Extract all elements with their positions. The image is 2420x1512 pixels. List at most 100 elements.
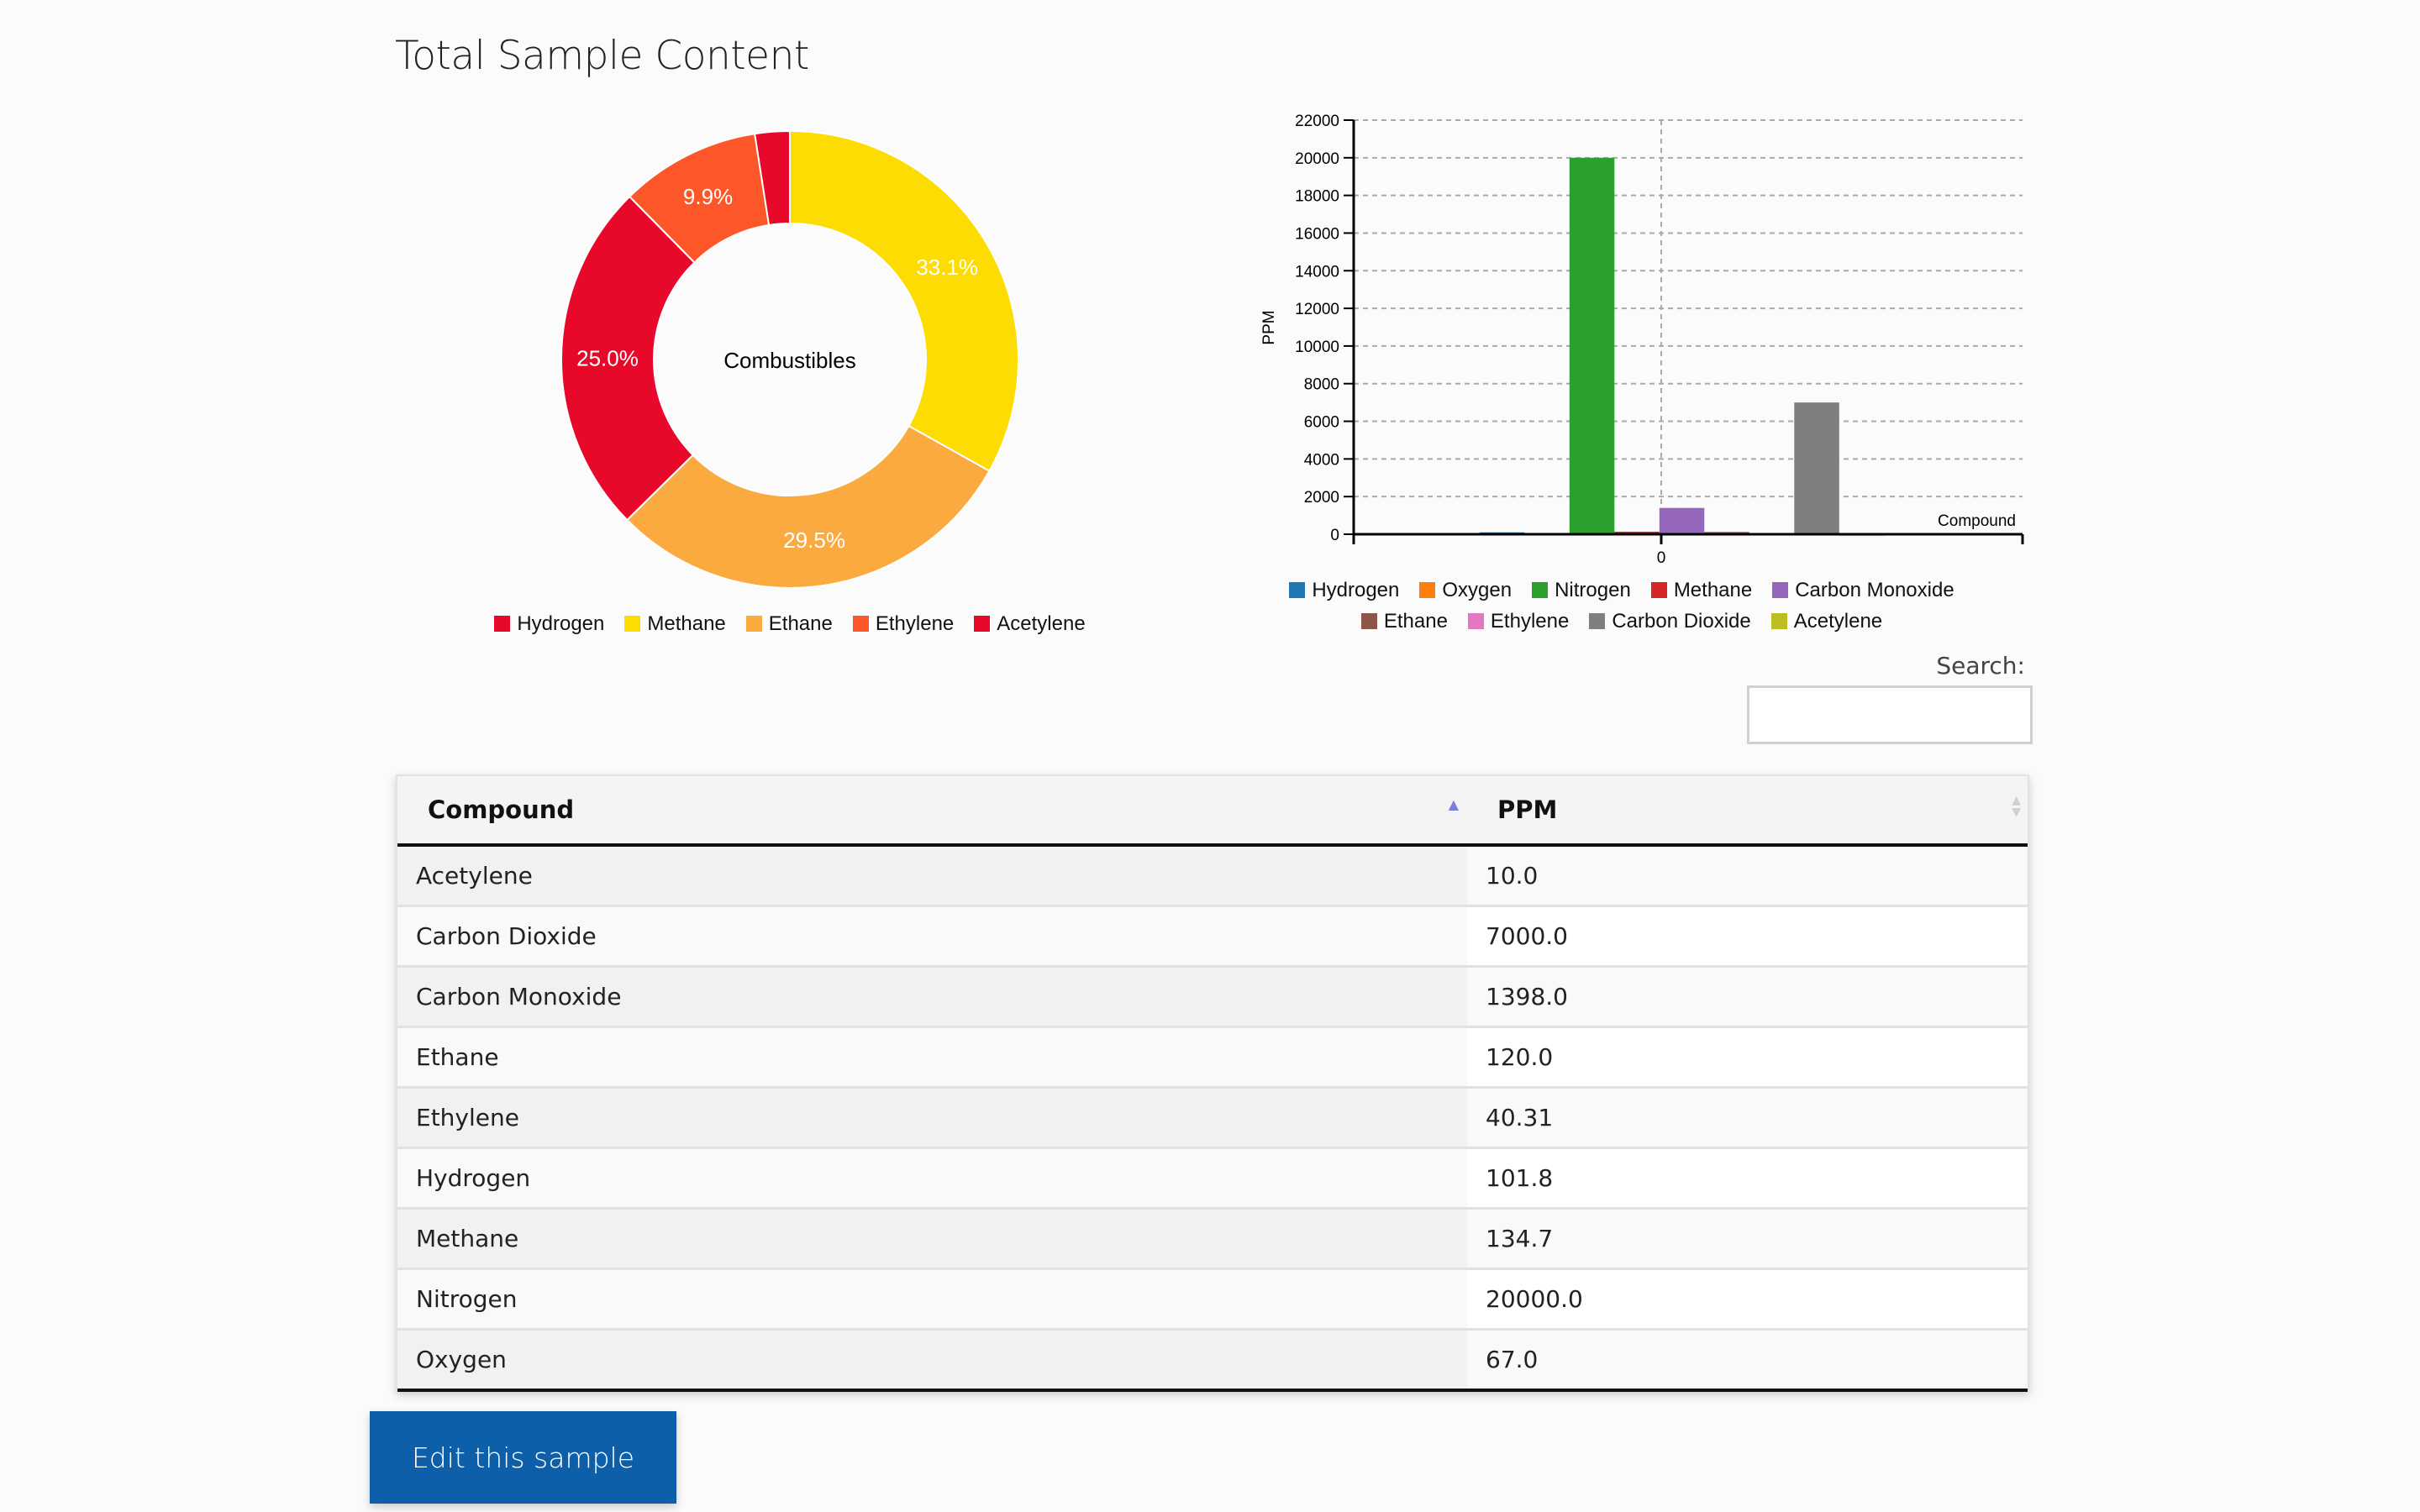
y-tick-label: 8000 — [1304, 376, 1339, 394]
x-tick-label: 0 — [1657, 549, 1666, 567]
legend-label: Carbon Monoxide — [1795, 578, 1954, 601]
column-label: PPM — [1497, 795, 1558, 824]
legend-label: Hydrogen — [517, 612, 605, 635]
legend-item[interactable]: Methane — [624, 608, 726, 639]
y-tick-label: 20000 — [1295, 150, 1339, 168]
legend-item[interactable]: Methane — [1650, 575, 1753, 606]
column-header-ppm[interactable]: PPM ▲ ▼ — [1467, 776, 2028, 847]
column-header-compound[interactable]: Compound ▲ — [397, 776, 1467, 847]
ppm-cell: 7000.0 — [1467, 905, 2028, 967]
legend-label: Ethylene — [1490, 609, 1570, 633]
legend-item[interactable]: Hydrogen — [494, 608, 604, 639]
y-tick-label: 6000 — [1304, 414, 1339, 432]
legend-swatch — [1650, 582, 1667, 598]
bar-legend: Hydrogen Oxygen Nitrogen Methane Carbon Mono… — [1269, 575, 1975, 637]
ppm-cell: 40.31 — [1467, 1086, 2028, 1148]
table-header-row: Compound ▲ PPM ▲ ▼ — [397, 776, 2028, 847]
legend-swatch — [494, 616, 511, 632]
legend-item[interactable]: Hydrogen — [1289, 575, 1399, 606]
compound-cell: Carbon Monoxide — [397, 965, 1467, 1027]
compound-cell: Ethylene — [397, 1086, 1467, 1148]
y-tick-label: 0 — [1330, 527, 1339, 544]
y-tick-label: 16000 — [1295, 225, 1339, 243]
ppm-cell: 134.7 — [1467, 1207, 2028, 1269]
legend-item[interactable]: Ethane — [1360, 606, 1448, 637]
y-axis-label: PPM — [1260, 310, 1278, 344]
compound-cell: Nitrogen — [397, 1268, 1467, 1330]
legend-label: Hydrogen — [1312, 578, 1400, 601]
donut-slice-methane[interactable] — [789, 129, 1019, 473]
legend-item[interactable]: Nitrogen — [1532, 575, 1631, 606]
table-row: Methane 134.7 — [397, 1207, 2028, 1269]
y-tick-label: 4000 — [1304, 451, 1339, 469]
legend-label: Oxygen — [1442, 578, 1512, 601]
legend-label: Acetylene — [997, 612, 1086, 635]
legend-label: Carbon Dioxide — [1612, 609, 1751, 633]
legend-swatch — [1419, 582, 1436, 598]
bar-carbon-dioxide[interactable] — [1794, 402, 1839, 534]
donut-chart: 33.1% 29.5% 25.0% 9.9% Combustibles — [560, 129, 1019, 589]
legend-item[interactable]: Acetylene — [974, 608, 1086, 639]
legend-item[interactable]: Ethylene — [1467, 606, 1570, 637]
compound-cell: Methane — [397, 1207, 1467, 1269]
legend-swatch — [1772, 582, 1789, 598]
legend-swatch — [1467, 613, 1484, 629]
legend-swatch — [974, 616, 991, 632]
legend-swatch — [1770, 613, 1787, 629]
y-tick-label: 22000 — [1295, 113, 1339, 130]
ppm-cell: 10.0 — [1467, 845, 2028, 906]
ppm-cell: 1398.0 — [1467, 965, 2028, 1027]
sort-both-icon: ▲ ▼ — [2012, 794, 2021, 819]
bar-nitrogen[interactable] — [1569, 157, 1615, 534]
donut-slice-label: 33.1% — [916, 255, 978, 280]
table-row: Ethylene 40.31 — [397, 1086, 2028, 1148]
y-tick-label: 14000 — [1295, 263, 1339, 281]
legend-label: Nitrogen — [1555, 578, 1631, 601]
bar-carbon-monoxide[interactable] — [1659, 507, 1705, 534]
legend-swatch — [745, 616, 762, 632]
column-label: Compound — [428, 795, 575, 824]
legend-item[interactable]: Ethylene — [852, 608, 954, 639]
legend-swatch — [1532, 582, 1549, 598]
donut-center-label: Combustibles — [723, 348, 856, 373]
compound-table: Compound ▲ PPM ▲ ▼ Acetylene 10.0 Carbon Di… — [396, 774, 2029, 1392]
y-tick-label: 10000 — [1295, 339, 1339, 356]
table-row: Oxygen 67.0 — [397, 1328, 2028, 1392]
legend-label: Methane — [647, 612, 726, 635]
edit-sample-button[interactable]: Edit this sample — [370, 1411, 676, 1504]
legend-item[interactable]: Acetylene — [1770, 606, 1883, 637]
legend-label: Ethane — [1383, 609, 1448, 633]
y-tick-label: 12000 — [1295, 301, 1339, 318]
ppm-cell: 101.8 — [1467, 1147, 2028, 1209]
legend-label: Methane — [1673, 578, 1753, 601]
search-label: Search: — [1936, 652, 2025, 680]
table-row: Hydrogen 101.8 — [397, 1147, 2028, 1209]
ppm-cell: 20000.0 — [1467, 1268, 2028, 1330]
search-input[interactable] — [1747, 685, 2033, 744]
legend-swatch — [852, 616, 869, 632]
legend-item[interactable]: Ethane — [745, 608, 833, 639]
legend-item[interactable]: Oxygen — [1419, 575, 1512, 606]
legend-item[interactable]: Carbon Monoxide — [1772, 575, 1954, 606]
x-axis-label: Compound — [1938, 512, 2016, 530]
table-row: Ethane 120.0 — [397, 1026, 2028, 1088]
compound-cell: Hydrogen — [397, 1147, 1467, 1209]
legend-swatch — [1289, 582, 1306, 598]
table-row: Acetylene 10.0 — [397, 845, 2028, 906]
sort-ascending-icon: ▲ — [1448, 796, 1459, 812]
donut-legend: Hydrogen Methane Ethane Ethylene Acetylene — [471, 608, 1109, 639]
compound-cell: Carbon Dioxide — [397, 905, 1467, 967]
legend-item[interactable]: Carbon Dioxide — [1589, 606, 1751, 637]
bar-chart: 0 2000 4000 6000 8000 10000 12000 14000 16000 180… — [1260, 113, 2024, 567]
legend-swatch — [624, 616, 641, 632]
y-tick-label: 2000 — [1304, 489, 1339, 507]
ppm-cell: 67.0 — [1467, 1328, 2028, 1392]
donut-slice-label: 25.0% — [576, 345, 639, 370]
y-tick-label: 18000 — [1295, 188, 1339, 206]
compound-cell: Ethane — [397, 1026, 1467, 1088]
legend-swatch — [1360, 613, 1377, 629]
ppm-cell: 120.0 — [1467, 1026, 2028, 1088]
compound-cell: Oxygen — [397, 1328, 1467, 1392]
legend-label: Acetylene — [1793, 609, 1883, 633]
donut-slice-label: 29.5% — [783, 528, 845, 553]
